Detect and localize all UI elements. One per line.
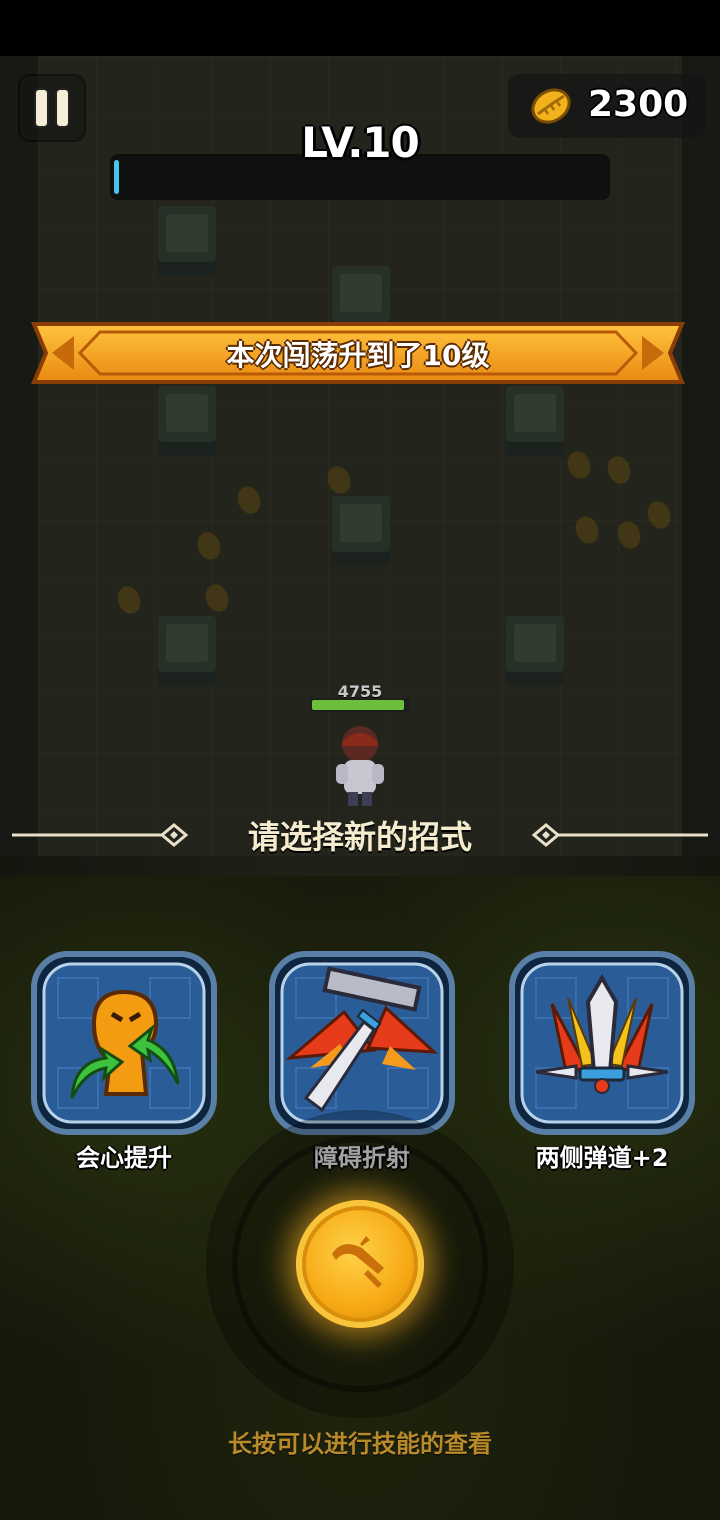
skill-label: 两侧弹道+2 bbox=[535, 1144, 669, 1172]
status-bar bbox=[0, 0, 720, 56]
level-up-banner: 本次闯荡升到了10级 bbox=[30, 320, 686, 386]
level-label: LV.10 bbox=[301, 118, 419, 167]
pause-button[interactable] bbox=[20, 76, 84, 140]
title-ornament-right bbox=[531, 823, 708, 847]
long-press-hint: 长按可以进行技能的查看 bbox=[228, 1430, 492, 1458]
game-screen: 2300 LV.10 本次闯荡升到了10级 4755 请选择新的招式 会心提升 … bbox=[0, 0, 720, 1520]
side-shots-icon bbox=[509, 951, 695, 1135]
coin-count: 2300 bbox=[588, 84, 689, 125]
obstacle-ricochet-icon bbox=[269, 951, 455, 1135]
skill-action-button[interactable] bbox=[296, 1200, 424, 1328]
skill-label: 会心提升 bbox=[76, 1144, 172, 1172]
pause-icon bbox=[36, 90, 47, 126]
sword-skill-icon bbox=[332, 1236, 384, 1288]
crit-boost-icon bbox=[31, 951, 217, 1135]
hero-hp-bar bbox=[310, 698, 410, 712]
pause-icon bbox=[57, 90, 68, 126]
level-up-text: 本次闯荡升到了10级 bbox=[226, 339, 490, 372]
xp-bar-fill bbox=[114, 160, 119, 194]
leaf-coin-icon bbox=[531, 88, 571, 124]
hero-hp-fill bbox=[312, 700, 404, 710]
hero-character bbox=[336, 726, 384, 806]
coin-counter: 2300 bbox=[508, 74, 706, 138]
